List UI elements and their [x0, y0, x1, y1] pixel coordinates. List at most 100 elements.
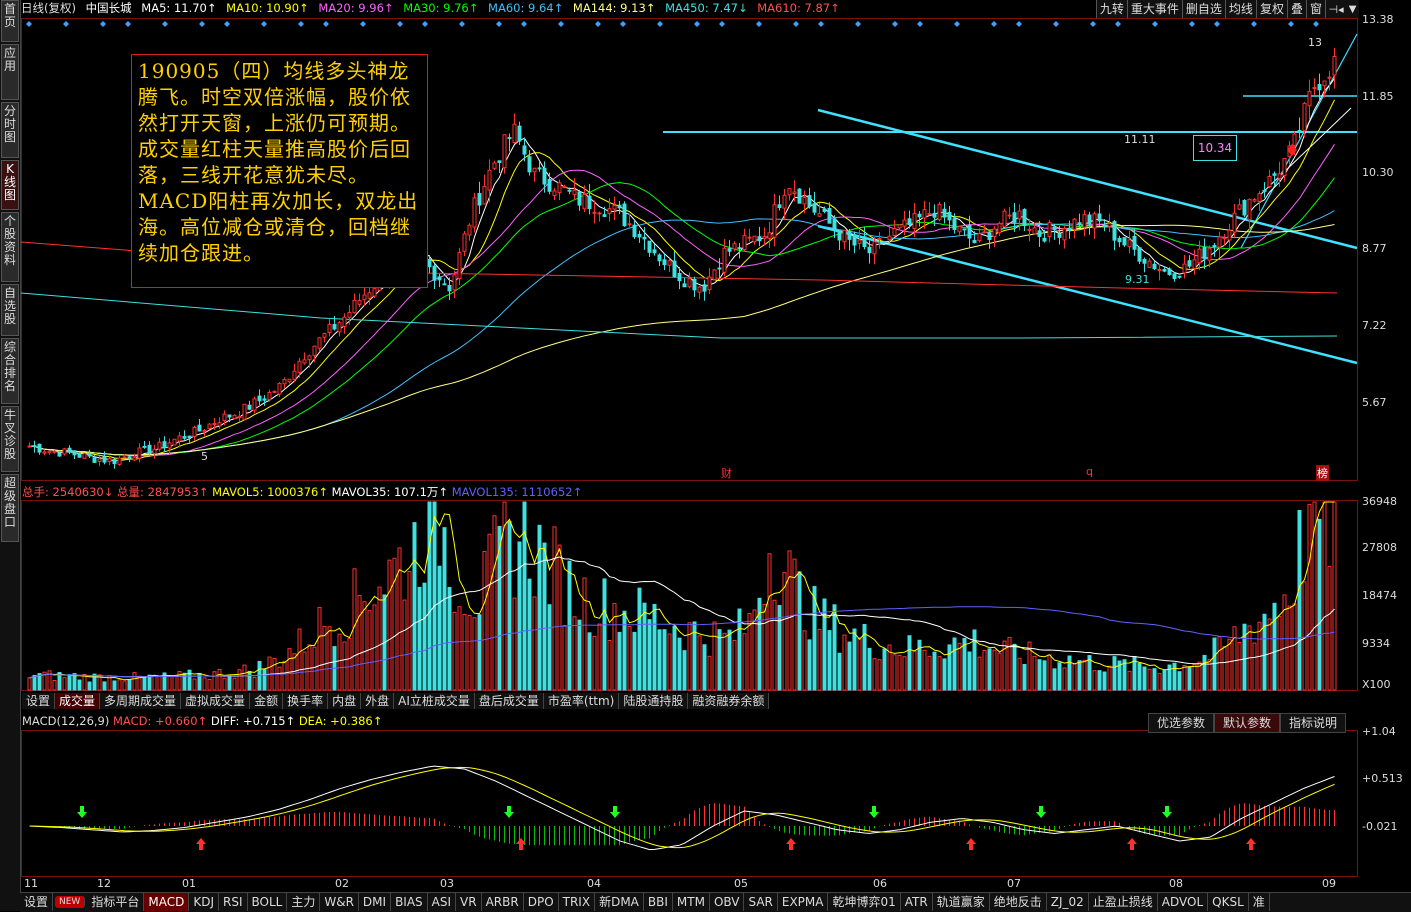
indicator-tab-3[interactable]: MACD — [144, 893, 190, 911]
indicator-tab-9[interactable]: DMI — [358, 893, 392, 911]
volume-bar — [652, 603, 657, 691]
volume-bar — [1222, 646, 1227, 691]
volume-bar — [957, 642, 962, 691]
sidebar-item-7[interactable]: 牛叉诊股 — [1, 406, 19, 472]
indicator-tab-7[interactable]: 主力 — [287, 893, 321, 911]
candle-body — [662, 259, 667, 266]
indicator-tab-21[interactable]: EXPMA — [777, 893, 829, 911]
indicator-tab-19[interactable]: OBV — [709, 893, 745, 911]
left-sidebar: 首页 应用分时图 K线图个股资料自选股综合排名牛叉诊股超级盘口 — [0, 0, 21, 911]
indicator-tab-28[interactable]: ADVOL — [1157, 893, 1209, 911]
volume-bar — [622, 610, 627, 691]
volume-tab-10[interactable]: 市盈率(ttm) — [543, 693, 620, 709]
candle-body — [742, 235, 747, 251]
macd-param-button-1[interactable]: 默认参数 — [1214, 713, 1281, 733]
sidebar-item-6[interactable]: 综合排名 — [1, 338, 19, 404]
candle-body — [157, 441, 162, 450]
indicator-tab-4[interactable]: KDJ — [189, 893, 219, 911]
sidebar-item-8[interactable]: 超级盘口 — [1, 474, 19, 542]
indicator-tab-11[interactable]: ASI — [427, 893, 457, 911]
candle-body — [227, 414, 232, 418]
event-mark-bang[interactable]: 榜 — [1316, 465, 1329, 481]
sidebar-item-1[interactable]: 应用 — [1, 44, 19, 100]
indicator-tab-15[interactable]: TRIX — [558, 893, 596, 911]
indicator-tab-25[interactable]: 绝地反击 — [989, 893, 1047, 911]
volume-tab-6[interactable]: 内盘 — [328, 693, 362, 709]
volume-tab-8[interactable]: AI立桩成交量 — [394, 693, 475, 709]
event-mark-cai[interactable]: 财 — [721, 465, 732, 481]
volume-tab-11[interactable]: 陆股通持股 — [619, 693, 689, 709]
sidebar-item-4[interactable]: 个股资料 — [1, 212, 19, 282]
volume-bar — [67, 674, 72, 691]
event-mark-q[interactable]: q — [1086, 465, 1093, 478]
macd-param-button-2[interactable]: 指标说明 — [1280, 713, 1347, 733]
candle-body — [952, 218, 957, 230]
volume-tab-9[interactable]: 盘后成交量 — [474, 693, 544, 709]
volume-bar — [167, 676, 172, 691]
sidebar-item-3[interactable]: K线图 — [1, 160, 19, 210]
indicator-tab-22[interactable]: 乾坤博弈01 — [828, 893, 901, 911]
sidebar-item-2[interactable]: 分时图 — [1, 102, 19, 158]
price-tick-3: 8.77 — [1362, 242, 1387, 255]
indicator-tab-2[interactable]: 指标平台 — [87, 893, 145, 911]
indicator-tab-29[interactable]: QKSL — [1208, 893, 1249, 911]
volume-bar — [467, 614, 472, 691]
chevron-down-icon[interactable]: ▼ — [1349, 4, 1357, 15]
indicator-tab-10[interactable]: BIAS — [391, 893, 428, 911]
pin-icon[interactable]: ⊣◂ — [1329, 3, 1344, 16]
ma10-value: MA10: 10.90↑ — [226, 1, 309, 15]
toolbar-button-4[interactable]: 复权 — [1255, 0, 1287, 18]
volume-tab-0[interactable]: 设置 — [22, 693, 56, 709]
candle-body — [152, 448, 157, 454]
toolbar-button-1[interactable]: 重大事件 — [1126, 0, 1182, 18]
indicator-tab-16[interactable]: 新DMA — [595, 893, 644, 911]
volume-bar — [882, 648, 887, 691]
volume-tab-5[interactable]: 换手率 — [283, 693, 329, 709]
candle-body — [1047, 222, 1052, 238]
volume-tab-3[interactable]: 虚拟成交量 — [181, 693, 251, 709]
macd-param-button-0[interactable]: 优选参数 — [1148, 713, 1215, 733]
candle-body — [137, 447, 142, 459]
volume-bar — [202, 677, 207, 691]
indicator-tab-12[interactable]: VR — [456, 893, 482, 911]
candle-body — [1242, 200, 1247, 216]
indicator-tab-14[interactable]: DPO — [523, 893, 559, 911]
sidebar-item-5[interactable]: 自选股 — [1, 284, 19, 336]
indicator-tab-6[interactable]: BOLL — [247, 893, 288, 911]
volume-tab-12[interactable]: 融资融券余额 — [688, 693, 770, 709]
indicator-tab-30[interactable]: 准 — [1248, 893, 1270, 911]
toolbar-button-2[interactable]: 删自选 — [1181, 0, 1225, 18]
indicator-tab-0[interactable]: 设置 — [20, 893, 54, 911]
candle-body — [1027, 228, 1032, 231]
indicator-tab-1[interactable]: NEW — [55, 896, 86, 908]
volume-tab-7[interactable]: 外盘 — [361, 693, 395, 709]
toolbar-button-3[interactable]: 均线 — [1224, 0, 1256, 18]
indicator-tab-24[interactable]: 轨道赢家 — [932, 893, 990, 911]
period-label[interactable]: 日线(复权) — [21, 1, 76, 15]
sidebar-item-0[interactable]: 首页 — [1, 0, 19, 42]
toolbar-button-6[interactable]: 窗 — [1305, 0, 1325, 18]
volume-bar — [712, 621, 717, 691]
volume-tab-2[interactable]: 多周期成交量 — [100, 693, 182, 709]
volume-bar — [1317, 518, 1322, 691]
indicator-tab-5[interactable]: RSI — [219, 893, 248, 911]
indicator-tab-26[interactable]: ZJ_02 — [1046, 893, 1089, 911]
indicator-tab-20[interactable]: SAR — [744, 893, 778, 911]
candle-body — [1272, 173, 1277, 176]
date-tick-8: 07 — [1007, 877, 1021, 890]
indicator-tab-23[interactable]: ATR — [900, 893, 933, 911]
volume-tab-4[interactable]: 金额 — [250, 693, 284, 709]
volume-bar — [987, 648, 992, 691]
indicator-tab-18[interactable]: MTM — [672, 893, 710, 911]
indicator-tab-27[interactable]: 止盈止损线 — [1088, 893, 1158, 911]
volume-bar — [667, 633, 672, 691]
indicator-tab-13[interactable]: ARBR — [481, 893, 524, 911]
candle-body — [132, 457, 137, 461]
indicator-tab-8[interactable]: W&R — [320, 893, 359, 911]
indicator-tab-17[interactable]: BBI — [643, 893, 673, 911]
toolbar-button-0[interactable]: 九转 — [1095, 0, 1127, 18]
event-diamond — [360, 21, 366, 27]
toolbar-button-5[interactable]: 叠 — [1286, 0, 1306, 18]
event-diamond — [756, 21, 762, 27]
volume-tab-1[interactable]: 成交量 — [55, 693, 101, 709]
